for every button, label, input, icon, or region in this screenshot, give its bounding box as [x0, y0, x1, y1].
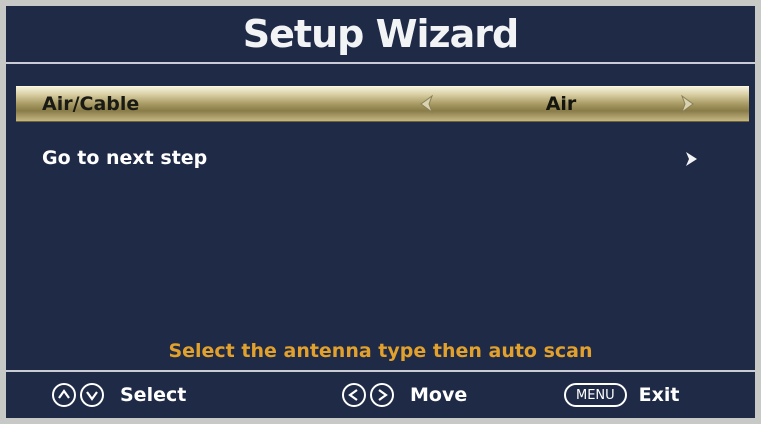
title-bar: Setup Wizard [6, 6, 755, 60]
menu-item-label: Air/Cable [42, 93, 140, 115]
menu-item-next-step[interactable]: Go to next step [16, 141, 749, 177]
hint-text: Select the antenna type then auto scan [168, 340, 593, 362]
setup-wizard-screen: Setup Wizard Air/Cable Air Go to next st… [6, 6, 755, 418]
footer-select-label: Select [120, 384, 187, 406]
footer-exit-label: Exit [638, 384, 680, 406]
footer-bar: Select Move MENU Exit [6, 372, 755, 418]
up-circle-icon [52, 383, 76, 407]
left-arrow-icon[interactable] [416, 93, 438, 115]
page-title: Setup Wizard [242, 12, 519, 56]
left-circle-icon [342, 383, 366, 407]
chevron-right-icon [686, 152, 697, 166]
menu-key-badge: MENU [564, 383, 627, 407]
right-arrow-icon[interactable] [676, 93, 698, 115]
down-circle-icon [80, 383, 104, 407]
right-circle-icon [370, 383, 394, 407]
footer-move-label: Move [410, 384, 468, 406]
footer-select: Select [52, 382, 186, 408]
menu-item-air-cable[interactable]: Air/Cable Air [16, 86, 749, 122]
footer-move: Move [342, 382, 467, 408]
air-cable-value: Air [545, 93, 577, 115]
title-divider [6, 62, 755, 64]
footer-exit: MENU Exit [564, 382, 680, 408]
menu-item-label: Go to next step [42, 147, 208, 169]
